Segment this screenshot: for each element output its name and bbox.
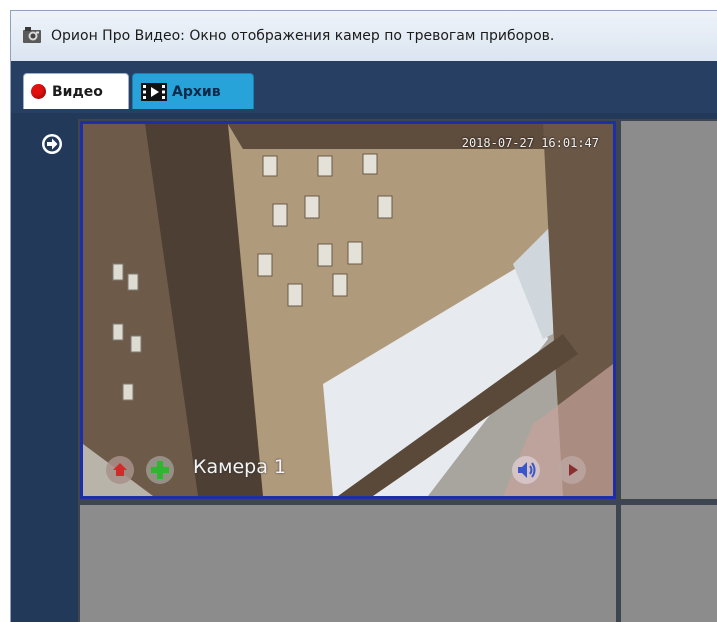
camera-video-feed <box>83 124 613 496</box>
camera-cell-empty[interactable] <box>621 121 717 499</box>
film-icon <box>141 82 167 101</box>
add-camera-button[interactable] <box>145 455 175 485</box>
alarm-button[interactable] <box>105 455 135 485</box>
tab-video[interactable]: Видео <box>23 73 129 109</box>
camera-cell-empty[interactable] <box>621 505 717 622</box>
camera-timestamp: 2018-07-27 16:01:47 <box>461 136 599 150</box>
video-panel: 2018-07-27 16:01:47 Камера 1 <box>11 113 717 622</box>
alarm-home-icon <box>106 456 134 484</box>
window-title: Орион Про Видео: Окно отображения камер … <box>51 28 555 44</box>
camera-name-label: Камера 1 <box>193 456 286 478</box>
app-camera-icon <box>23 27 41 43</box>
play-button[interactable] <box>557 455 587 485</box>
tab-video-label: Видео <box>52 83 103 100</box>
app-window: Орион Про Видео: Окно отображения камер … <box>10 10 717 622</box>
tab-bar: Видео Архив <box>11 61 717 113</box>
play-icon <box>558 456 586 484</box>
tab-archive-label: Архив <box>172 83 221 100</box>
title-bar: Орион Про Видео: Окно отображения камер … <box>11 11 717 61</box>
tab-archive[interactable]: Архив <box>132 73 254 109</box>
camera-cell-empty[interactable] <box>80 505 616 622</box>
camera-cell-1[interactable]: 2018-07-27 16:01:47 Камера 1 <box>80 121 616 499</box>
plus-icon <box>146 456 174 484</box>
sound-button[interactable] <box>511 455 541 485</box>
speaker-icon <box>512 456 540 484</box>
expand-panel-button[interactable] <box>41 133 63 155</box>
record-dot-icon <box>31 84 46 99</box>
